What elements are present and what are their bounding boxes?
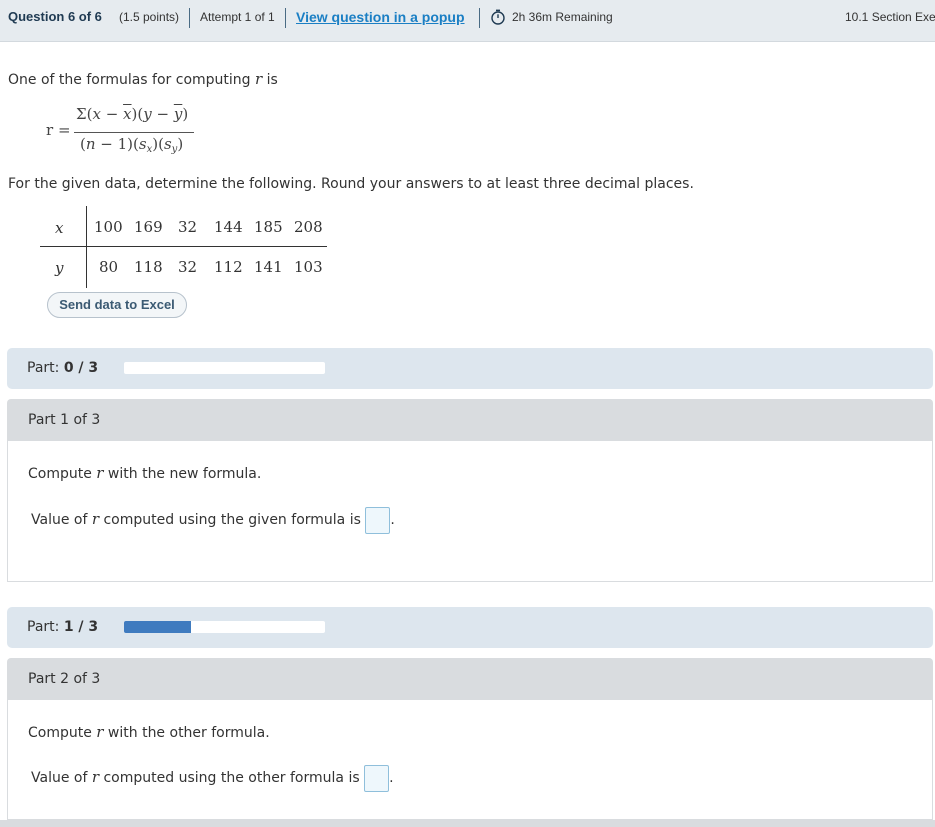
intro-text: One of the formulas for computing r is bbox=[8, 70, 278, 88]
intro-text-end: is bbox=[266, 72, 278, 88]
x-value: 32 bbox=[178, 218, 198, 236]
part-title: Part 2 of 3 bbox=[28, 671, 101, 687]
variable-r: r bbox=[96, 723, 104, 741]
answer-input[interactable] bbox=[364, 764, 390, 792]
part-title: Part 1 of 3 bbox=[28, 412, 101, 428]
part-progress-label: Part: 1 / 3 bbox=[27, 607, 98, 648]
formula-lhs: r = bbox=[46, 121, 71, 139]
y-value: 118 bbox=[134, 258, 163, 276]
prompt-start: Compute bbox=[28, 466, 92, 482]
divider bbox=[285, 8, 286, 28]
answer-line: Value of r computed using the other form… bbox=[31, 762, 394, 793]
formula-numerator: Σ(x − x)(y − y) bbox=[76, 105, 189, 123]
y-row-label: y bbox=[55, 259, 64, 277]
part-prompt: Compute r with the other formula. bbox=[28, 723, 270, 741]
question-header: Question 6 of 6 (1.5 points) Attempt 1 o… bbox=[0, 0, 935, 42]
part-progress-caption: Part: bbox=[27, 360, 60, 376]
variable-r: r bbox=[91, 768, 100, 786]
x-value: 185 bbox=[254, 218, 283, 236]
variable-r: r bbox=[255, 70, 263, 88]
part-body: Compute r with the new formula. Value of… bbox=[7, 441, 933, 582]
divider bbox=[189, 8, 190, 28]
part-prompt: Compute r with the new formula. bbox=[28, 464, 261, 482]
x-value: 169 bbox=[134, 218, 163, 236]
part-progress-label: Part: 0 / 3 bbox=[27, 348, 98, 389]
prompt-end: with the other formula. bbox=[107, 725, 270, 741]
progress-fill bbox=[124, 621, 191, 633]
variable-r: r bbox=[96, 464, 104, 482]
x-value: 100 bbox=[94, 218, 123, 236]
fraction-bar bbox=[74, 132, 194, 133]
answer-line: Value of r computed using the given form… bbox=[31, 504, 395, 535]
question-points: (1.5 points) bbox=[119, 10, 180, 24]
formula-denominator: (n − 1)(sx)(sy) bbox=[80, 135, 184, 155]
question-number: Question 6 of 6 bbox=[8, 9, 102, 24]
y-value: 103 bbox=[294, 258, 323, 276]
part-progress-value: 0 / 3 bbox=[63, 360, 99, 376]
table-vertical-line bbox=[86, 206, 87, 288]
variable-r: r bbox=[91, 510, 100, 528]
progress-track bbox=[124, 621, 325, 633]
part-progress-caption: Part: bbox=[27, 619, 60, 635]
x-row-label: x bbox=[55, 219, 64, 237]
data-table: x y 100 169 32 144 185 208 80 118 32 112… bbox=[40, 206, 327, 288]
answer-start: Value of bbox=[31, 770, 88, 786]
y-value: 112 bbox=[214, 258, 243, 276]
answer-end: computed using the given formula is bbox=[103, 512, 361, 528]
part-header: Part 2 of 3 bbox=[7, 658, 933, 700]
prompt-end: with the new formula. bbox=[107, 466, 262, 482]
section-title: 10.1 Section Exe bbox=[845, 10, 935, 24]
part-progress-value: 1 / 3 bbox=[63, 619, 99, 635]
intro-text-start: One of the formulas for computing bbox=[8, 72, 251, 88]
part-header: Part 1 of 3 bbox=[7, 399, 933, 441]
instructions: For the given data, determine the follow… bbox=[8, 176, 694, 192]
answer-suffix: . bbox=[389, 770, 394, 786]
answer-suffix: . bbox=[390, 512, 395, 528]
time-remaining: 2h 36m Remaining bbox=[512, 10, 613, 24]
attempt-count: Attempt 1 of 1 bbox=[200, 10, 275, 24]
bottom-divider bbox=[0, 820, 935, 827]
y-value: 80 bbox=[99, 258, 119, 276]
part-progress-bar: Part: 1 / 3 bbox=[7, 607, 933, 648]
x-value: 208 bbox=[294, 218, 323, 236]
progress-track bbox=[124, 362, 325, 374]
view-in-popup-link[interactable]: View question in a popup bbox=[296, 0, 465, 34]
answer-input[interactable] bbox=[365, 506, 391, 534]
prompt-start: Compute bbox=[28, 725, 92, 741]
stopwatch-icon bbox=[491, 9, 505, 25]
answer-end: computed using the other formula is bbox=[103, 770, 360, 786]
send-to-excel-button[interactable]: Send data to Excel bbox=[47, 292, 187, 318]
divider bbox=[479, 8, 480, 28]
correlation-formula: r = Σ(x − x)(y − y) (n − 1)(sx)(sy) bbox=[46, 103, 206, 163]
table-horizontal-line bbox=[40, 246, 327, 247]
y-value: 32 bbox=[178, 258, 198, 276]
answer-start: Value of bbox=[31, 512, 88, 528]
part-body: Compute r with the other formula. Value … bbox=[7, 700, 933, 820]
part-progress-bar: Part: 0 / 3 bbox=[7, 348, 933, 389]
x-value: 144 bbox=[214, 218, 243, 236]
y-value: 141 bbox=[254, 258, 283, 276]
